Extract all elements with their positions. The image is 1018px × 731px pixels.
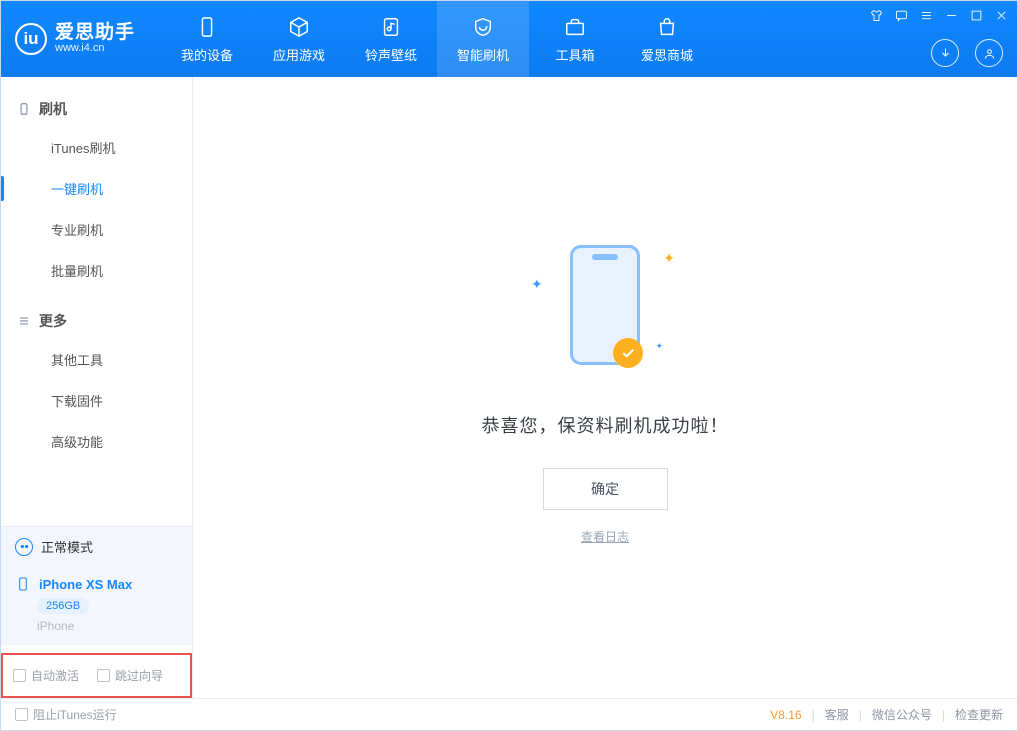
version-label: V8.16 xyxy=(770,708,801,722)
checkbox-block-itunes[interactable]: 阻止iTunes运行 xyxy=(15,706,117,723)
close-button[interactable] xyxy=(993,7,1009,23)
tab-label: 铃声壁纸 xyxy=(365,45,417,64)
list-icon xyxy=(17,314,31,328)
sidebar-item-pro-flash[interactable]: 专业刷机 xyxy=(1,209,192,250)
music-file-icon xyxy=(379,15,403,39)
status-bar: 阻止iTunes运行 V8.16 | 客服 | 微信公众号 | 检查更新 xyxy=(1,698,1017,730)
tab-my-device[interactable]: 我的设备 xyxy=(161,1,253,77)
mode-icon xyxy=(15,538,33,556)
sidebar-content: 刷机 iTunes刷机 一键刷机 专业刷机 批量刷机 更多 其他工具 下载固件 … xyxy=(1,77,192,526)
device-type: iPhone xyxy=(37,619,178,633)
success-illustration: ✦ ✦ ✦ xyxy=(505,230,705,380)
device-mode-row[interactable]: 正常模式 xyxy=(1,527,192,566)
skin-icon[interactable] xyxy=(868,7,884,23)
tab-label: 爱思商城 xyxy=(641,45,693,64)
sidebar-group-flash: 刷机 xyxy=(1,91,192,127)
body: 刷机 iTunes刷机 一键刷机 专业刷机 批量刷机 更多 其他工具 下载固件 … xyxy=(1,77,1017,698)
checkbox-box xyxy=(13,669,26,682)
checkbox-label: 阻止iTunes运行 xyxy=(33,706,117,723)
phone-icon xyxy=(15,576,31,592)
brand-site: www.i4.cn xyxy=(55,43,135,55)
device-info-row[interactable]: iPhone XS Max 256GB iPhone xyxy=(1,566,192,645)
checkbox-box xyxy=(97,669,110,682)
flash-options-row: 自动激活 跳过向导 xyxy=(1,653,192,698)
maximize-button[interactable] xyxy=(968,7,984,23)
status-left: 阻止iTunes运行 xyxy=(15,706,117,723)
sidebar-item-oneclick-flash[interactable]: 一键刷机 xyxy=(1,168,192,209)
status-link-wechat[interactable]: 微信公众号 xyxy=(872,706,932,723)
sidebar-group-label: 更多 xyxy=(39,311,67,331)
checkbox-auto-activate[interactable]: 自动激活 xyxy=(13,667,79,684)
checkbox-label: 跳过向导 xyxy=(115,667,163,684)
tab-apps-games[interactable]: 应用游戏 xyxy=(253,1,345,77)
tab-label: 应用游戏 xyxy=(273,45,325,64)
sidebar-group-more: 更多 xyxy=(1,303,192,339)
sidebar: 刷机 iTunes刷机 一键刷机 专业刷机 批量刷机 更多 其他工具 下载固件 … xyxy=(1,77,193,698)
sidebar-bottom: 正常模式 iPhone XS Max 256GB iPhone 自动激活 xyxy=(1,526,192,698)
window-controls xyxy=(868,7,1009,23)
logo-icon: iu xyxy=(15,23,47,55)
cube-icon xyxy=(287,15,311,39)
minimize-button[interactable] xyxy=(943,7,959,23)
menu-icon[interactable] xyxy=(918,7,934,23)
status-link-update[interactable]: 检查更新 xyxy=(955,706,1003,723)
toolbox-icon xyxy=(563,15,587,39)
device-name: iPhone XS Max xyxy=(39,577,132,592)
sidebar-item-download-firmware[interactable]: 下载固件 xyxy=(1,380,192,421)
phone-icon xyxy=(195,15,219,39)
tab-store[interactable]: 爱思商城 xyxy=(621,1,713,77)
device-name-row: iPhone XS Max xyxy=(15,576,178,592)
sidebar-group-label: 刷机 xyxy=(39,99,67,119)
logo-text: 爱思助手 www.i4.cn xyxy=(55,23,135,55)
sidebar-item-other-tools[interactable]: 其他工具 xyxy=(1,339,192,380)
checkbox-box xyxy=(15,708,28,721)
tab-smart-flash[interactable]: 智能刷机 xyxy=(437,1,529,77)
refresh-shield-icon xyxy=(471,15,495,39)
mode-label: 正常模式 xyxy=(41,537,93,556)
header: iu 爱思助手 www.i4.cn 我的设备 应用游戏 铃声壁纸 智能刷机 xyxy=(1,1,1017,77)
checkbox-label: 自动激活 xyxy=(31,667,79,684)
brand-name: 爱思助手 xyxy=(55,23,135,44)
sidebar-item-itunes-flash[interactable]: iTunes刷机 xyxy=(1,127,192,168)
account-button[interactable] xyxy=(975,39,1003,67)
sidebar-item-advanced[interactable]: 高级功能 xyxy=(1,421,192,462)
success-message: 恭喜您，保资料刷机成功啦！ xyxy=(482,412,729,438)
tab-label: 智能刷机 xyxy=(457,45,509,64)
header-right-buttons xyxy=(931,39,1003,67)
status-link-support[interactable]: 客服 xyxy=(825,706,849,723)
status-right: V8.16 | 客服 | 微信公众号 | 检查更新 xyxy=(770,706,1003,723)
ok-button[interactable]: 确定 xyxy=(543,468,668,510)
tab-toolbox[interactable]: 工具箱 xyxy=(529,1,621,77)
feedback-icon[interactable] xyxy=(893,7,909,23)
checkbox-skip-guide[interactable]: 跳过向导 xyxy=(97,667,163,684)
sidebar-item-batch-flash[interactable]: 批量刷机 xyxy=(1,250,192,291)
view-log-link[interactable]: 查看日志 xyxy=(581,528,629,545)
tab-ringtone-wallpaper[interactable]: 铃声壁纸 xyxy=(345,1,437,77)
logo-block: iu 爱思助手 www.i4.cn xyxy=(1,1,149,77)
device-capacity-badge: 256GB xyxy=(37,598,89,614)
tab-label: 工具箱 xyxy=(556,45,595,64)
success-check-icon xyxy=(613,338,643,368)
header-tabs: 我的设备 应用游戏 铃声壁纸 智能刷机 工具箱 爱思商城 xyxy=(161,1,713,77)
shopping-bag-icon xyxy=(655,15,679,39)
tab-label: 我的设备 xyxy=(181,45,233,64)
main-panel: ✦ ✦ ✦ 恭喜您，保资料刷机成功啦！ 确定 查看日志 xyxy=(193,77,1017,698)
download-button[interactable] xyxy=(931,39,959,67)
device-icon xyxy=(17,102,31,116)
app-window: iu 爱思助手 www.i4.cn 我的设备 应用游戏 铃声壁纸 智能刷机 xyxy=(0,0,1018,731)
